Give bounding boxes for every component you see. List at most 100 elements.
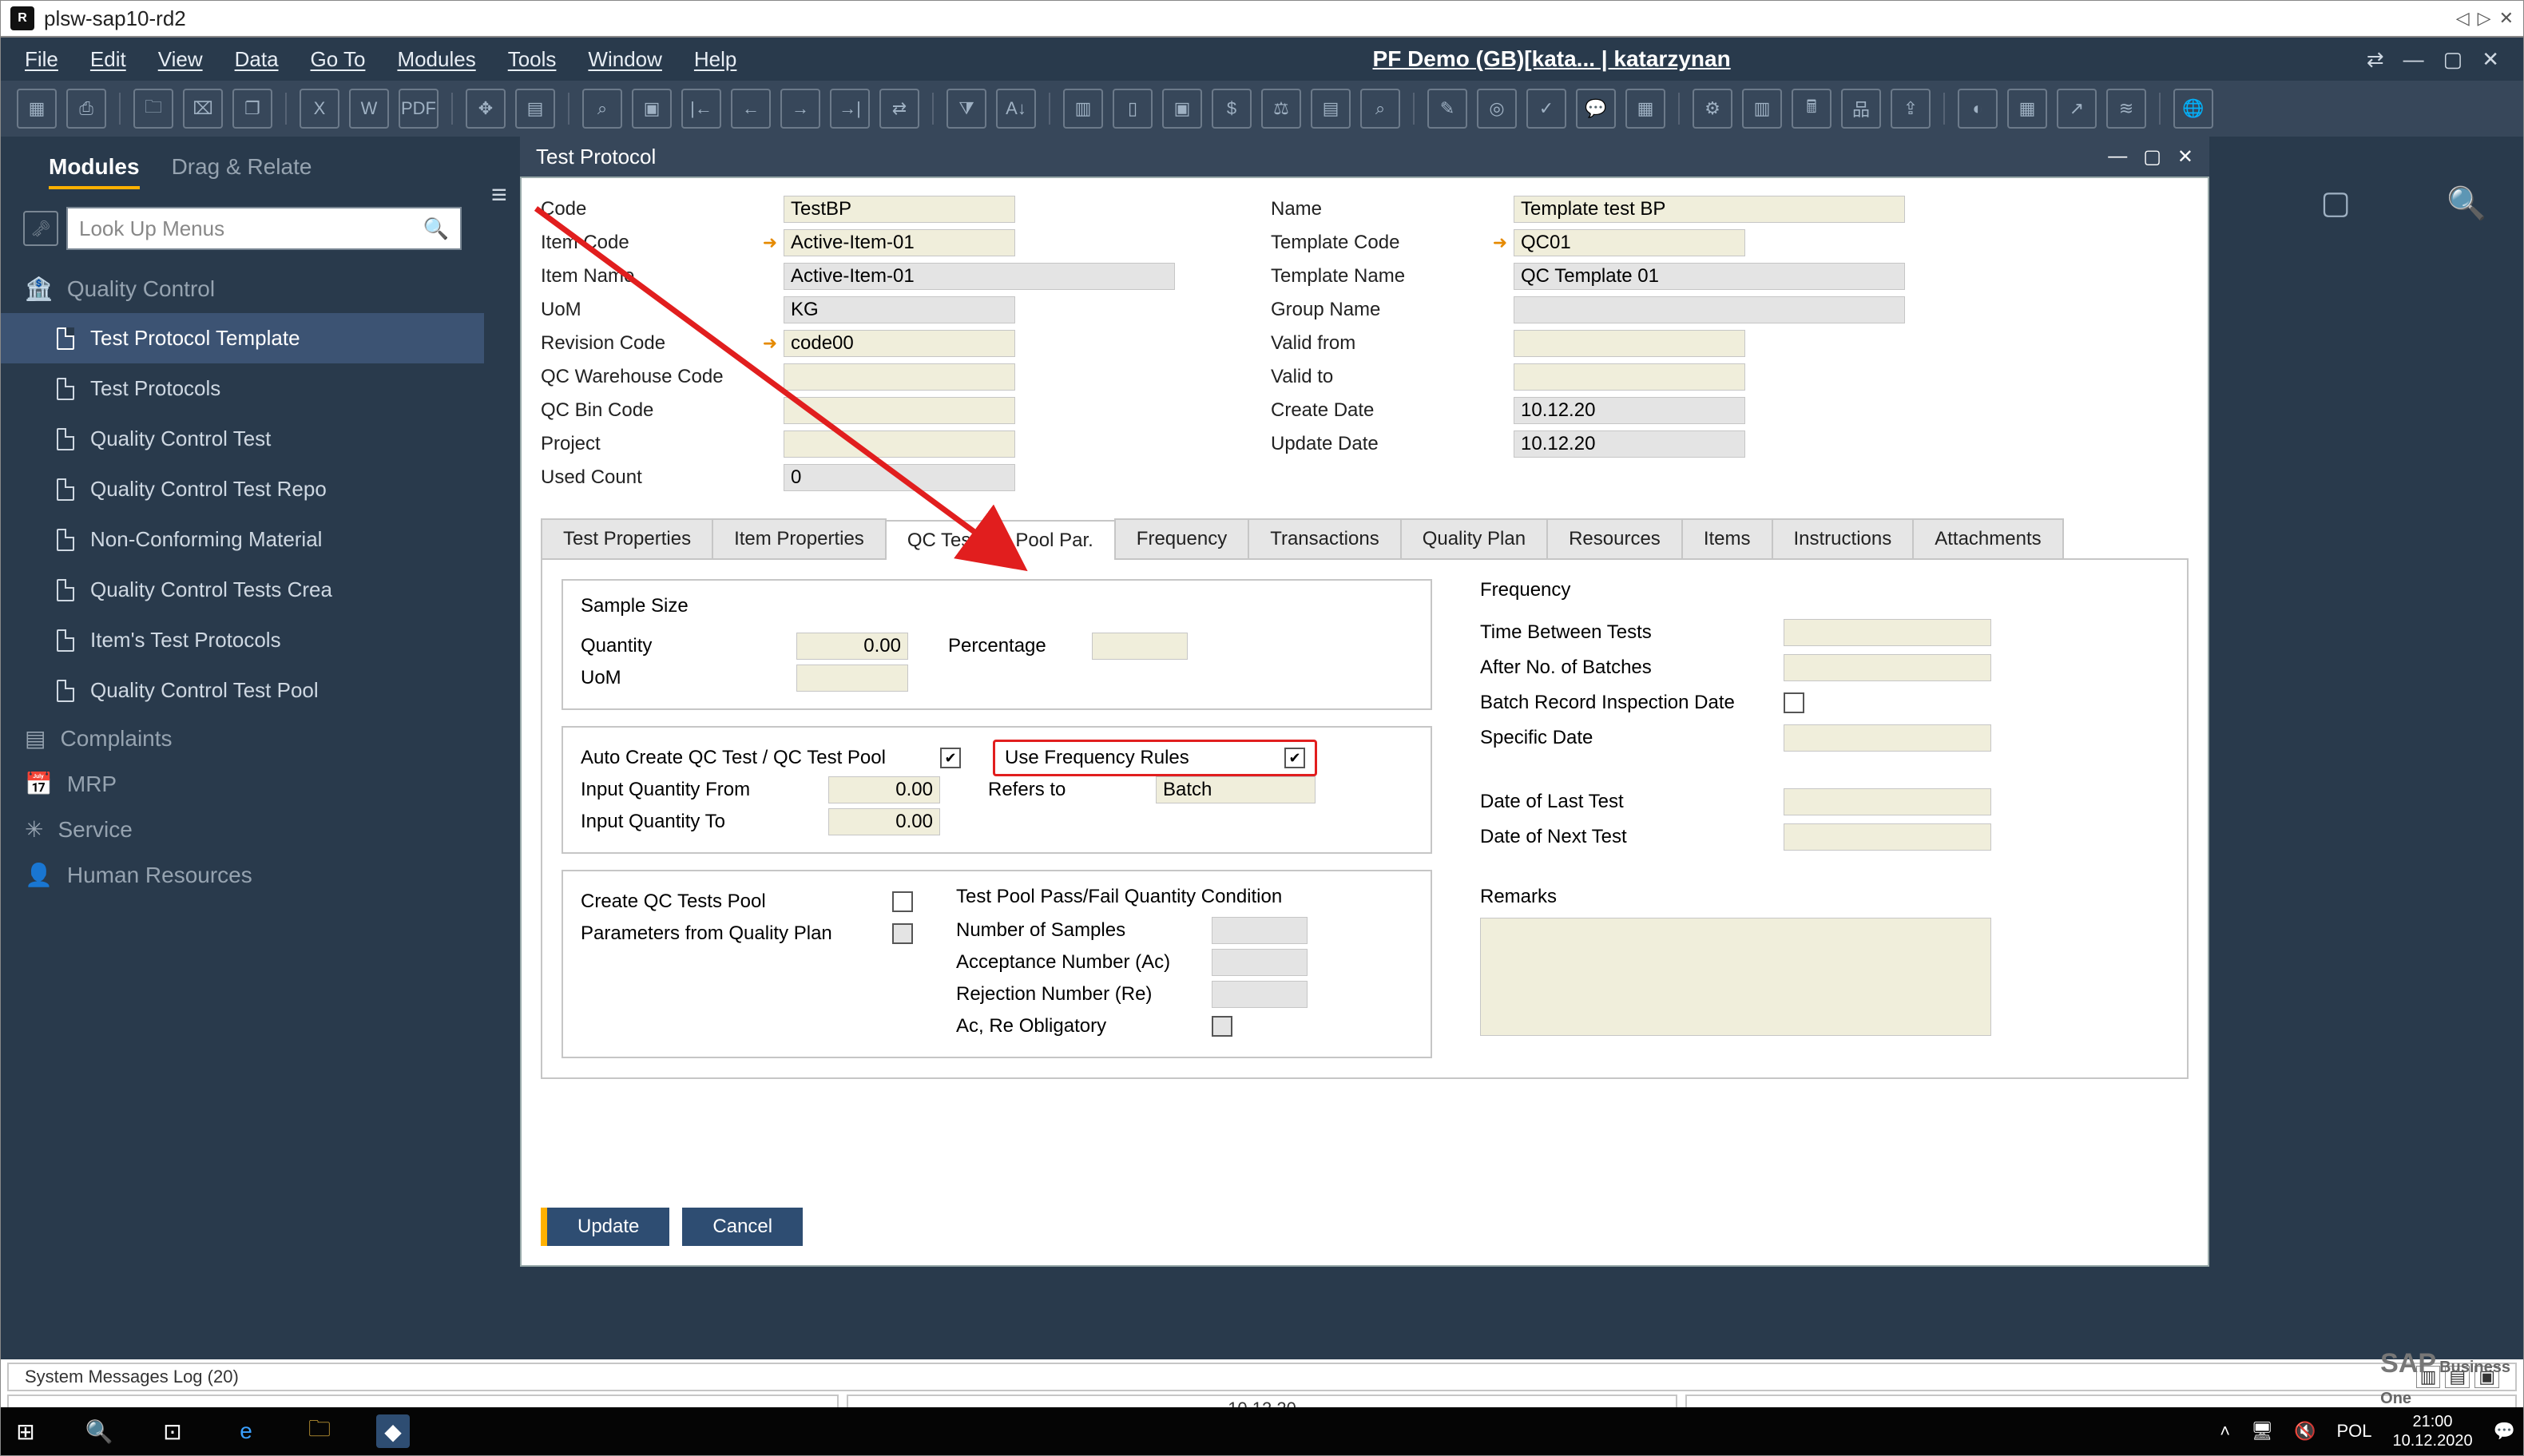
toolbar-button[interactable]: ⚙ — [1693, 89, 1732, 129]
toolbar-button[interactable]: ▯ — [1113, 89, 1153, 129]
tab-frequency[interactable]: Frequency — [1114, 518, 1249, 558]
toolbar-button[interactable]: ⇄ — [879, 89, 919, 129]
toolbar-button[interactable]: ← — [731, 89, 771, 129]
toolbar-button[interactable]: X — [300, 89, 339, 129]
sidebar-item[interactable]: Test Protocols — [1, 363, 484, 414]
cancel-button[interactable]: Cancel — [682, 1208, 803, 1246]
sidebar-item[interactable]: Test Protocol Template — [1, 313, 484, 363]
field-refers-to[interactable]: Batch — [1156, 776, 1316, 803]
toolbar-button[interactable]: 品 — [1841, 89, 1881, 129]
windows-icon[interactable]: ▢ — [2320, 184, 2351, 221]
field-specific-date[interactable] — [1784, 724, 1991, 752]
toolbar-button[interactable]: ⎙ — [66, 89, 106, 129]
field-num-samples[interactable] — [1212, 917, 1308, 944]
toolbar-button[interactable]: ▦ — [17, 89, 57, 129]
maximize-icon[interactable]: ▢ — [2443, 47, 2463, 72]
sidebar-section-mrp[interactable]: 📅MRP — [1, 761, 484, 807]
sidebar-item[interactable]: Non-Conforming Material — [1, 514, 484, 565]
sidebar-tab-modules[interactable]: Modules — [49, 154, 140, 189]
toolbar-button[interactable]: ✎ — [1427, 89, 1467, 129]
toolbar-button[interactable]: ⇪ — [1891, 89, 1931, 129]
tab-attachments[interactable]: Attachments — [1912, 518, 2063, 558]
menu-data[interactable]: Data — [235, 47, 279, 72]
field-code[interactable]: TestBP — [784, 196, 1015, 223]
field-name[interactable]: Template test BP — [1514, 196, 1905, 223]
menu-modules[interactable]: Modules — [397, 47, 475, 72]
field-uom2[interactable] — [796, 665, 908, 692]
tab-item-properties[interactable]: Item Properties — [712, 518, 887, 558]
toolbar-button[interactable]: ≋ — [2106, 89, 2146, 129]
search-icon[interactable]: 🔍 — [2447, 184, 2486, 222]
tab-quality-plan[interactable]: Quality Plan — [1400, 518, 1548, 558]
toolbar-button[interactable]: ▥ — [1063, 89, 1103, 129]
sidebar-item[interactable]: Item's Test Protocols — [1, 615, 484, 665]
field-template-code[interactable]: QC01 — [1514, 229, 1745, 256]
toolbar-button[interactable]: ▤ — [1311, 89, 1351, 129]
toolbar-button[interactable]: ◐ — [1958, 89, 1998, 129]
mdi-maximize-icon[interactable]: ▢ — [2143, 145, 2161, 169]
settings-icon[interactable]: ⇄ — [2367, 47, 2384, 72]
menu-goto[interactable]: Go To — [311, 47, 366, 72]
explorer-icon[interactable]: 🗀 — [303, 1414, 336, 1448]
menu-view[interactable]: View — [158, 47, 203, 72]
field-qc-wh-code[interactable] — [784, 363, 1015, 391]
sidebar-section-service[interactable]: ✳Service — [1, 807, 484, 852]
toolbar-button[interactable]: ↗ — [2057, 89, 2097, 129]
field-date-next-test[interactable] — [1784, 823, 1991, 851]
toolbar-button[interactable]: ⧩ — [946, 89, 986, 129]
tab-test-properties[interactable]: Test Properties — [541, 518, 713, 558]
toolbar-button[interactable]: ⌕ — [1360, 89, 1400, 129]
link-arrow-icon[interactable]: ➜ — [756, 333, 784, 354]
tab-transactions[interactable]: Transactions — [1248, 518, 1402, 558]
app-close-icon[interactable]: ✕ — [2482, 47, 2499, 72]
tab-items[interactable]: Items — [1681, 518, 1773, 558]
tab-qc-test-pool-par[interactable]: QC Test/QC Pool Par. — [885, 520, 1116, 560]
menu-help[interactable]: Help — [694, 47, 736, 72]
toolbar-button[interactable]: |← — [681, 89, 721, 129]
checkbox-auto-create[interactable]: ✔ — [940, 748, 961, 768]
menu-tools[interactable]: Tools — [508, 47, 557, 72]
sidebar-item[interactable]: Quality Control Test — [1, 414, 484, 464]
field-item-code[interactable]: Active-Item-01 — [784, 229, 1015, 256]
field-acceptance-num[interactable] — [1212, 949, 1308, 976]
field-rejection-num[interactable] — [1212, 981, 1308, 1008]
menu-window[interactable]: Window — [588, 47, 661, 72]
toolbar-button[interactable]: → — [780, 89, 820, 129]
sidebar-section-quality-control[interactable]: 🏦 Quality Control — [1, 264, 484, 313]
tray-lang[interactable]: POL — [2336, 1421, 2371, 1442]
toolbar-button[interactable]: ❐ — [232, 89, 272, 129]
link-arrow-icon[interactable]: ➜ — [1486, 232, 1514, 253]
field-remarks[interactable] — [1480, 918, 1991, 1036]
minimize-icon[interactable]: — — [2403, 47, 2424, 72]
field-project[interactable] — [784, 430, 1015, 458]
checkbox-params-qplan[interactable] — [892, 923, 913, 944]
toolbar-button[interactable]: ▣ — [1162, 89, 1202, 129]
mdi-minimize-icon[interactable]: — — [2108, 145, 2127, 169]
mdi-close-icon[interactable]: ✕ — [2177, 145, 2193, 169]
field-input-qty-to[interactable]: 0.00 — [828, 808, 940, 835]
toolbar-button[interactable]: ▦ — [1625, 89, 1665, 129]
sidebar-item[interactable]: Quality Control Test Repo — [1, 464, 484, 514]
checkbox-use-frequency[interactable]: ✔ — [1284, 748, 1305, 768]
toolbar-button[interactable]: ✥ — [466, 89, 506, 129]
sap-taskbar-icon[interactable]: ◆ — [376, 1414, 410, 1448]
nav-left-icon[interactable]: ◁ — [2456, 8, 2470, 29]
key-icon[interactable]: 🗝 — [23, 211, 58, 246]
toolbar-button[interactable]: PDF — [399, 89, 439, 129]
sidebar-tab-drag-relate[interactable]: Drag & Relate — [172, 154, 312, 189]
tab-resources[interactable]: Resources — [1546, 518, 1683, 558]
toolbar-button[interactable]: →| — [830, 89, 870, 129]
field-qc-bin-code[interactable] — [784, 397, 1015, 424]
hamburger-icon[interactable]: ≡ — [491, 180, 507, 211]
search-input[interactable]: Look Up Menus 🔍 — [66, 207, 462, 250]
toolbar-button[interactable]: 🌐 — [2173, 89, 2213, 129]
tray-volume-icon[interactable]: 🔇 — [2294, 1421, 2316, 1442]
mdi-header[interactable]: Test Protocol — ▢ ✕ — [520, 137, 2209, 177]
update-button[interactable]: Update — [541, 1208, 669, 1246]
field-anb[interactable] — [1784, 654, 1991, 681]
sidebar-section-hr[interactable]: 👤Human Resources — [1, 852, 484, 898]
toolbar-button[interactable]: ◎ — [1477, 89, 1517, 129]
menu-edit[interactable]: Edit — [90, 47, 126, 72]
notifications-icon[interactable]: 💬 — [2494, 1421, 2515, 1442]
sidebar-item[interactable]: Quality Control Test Pool — [1, 665, 484, 716]
